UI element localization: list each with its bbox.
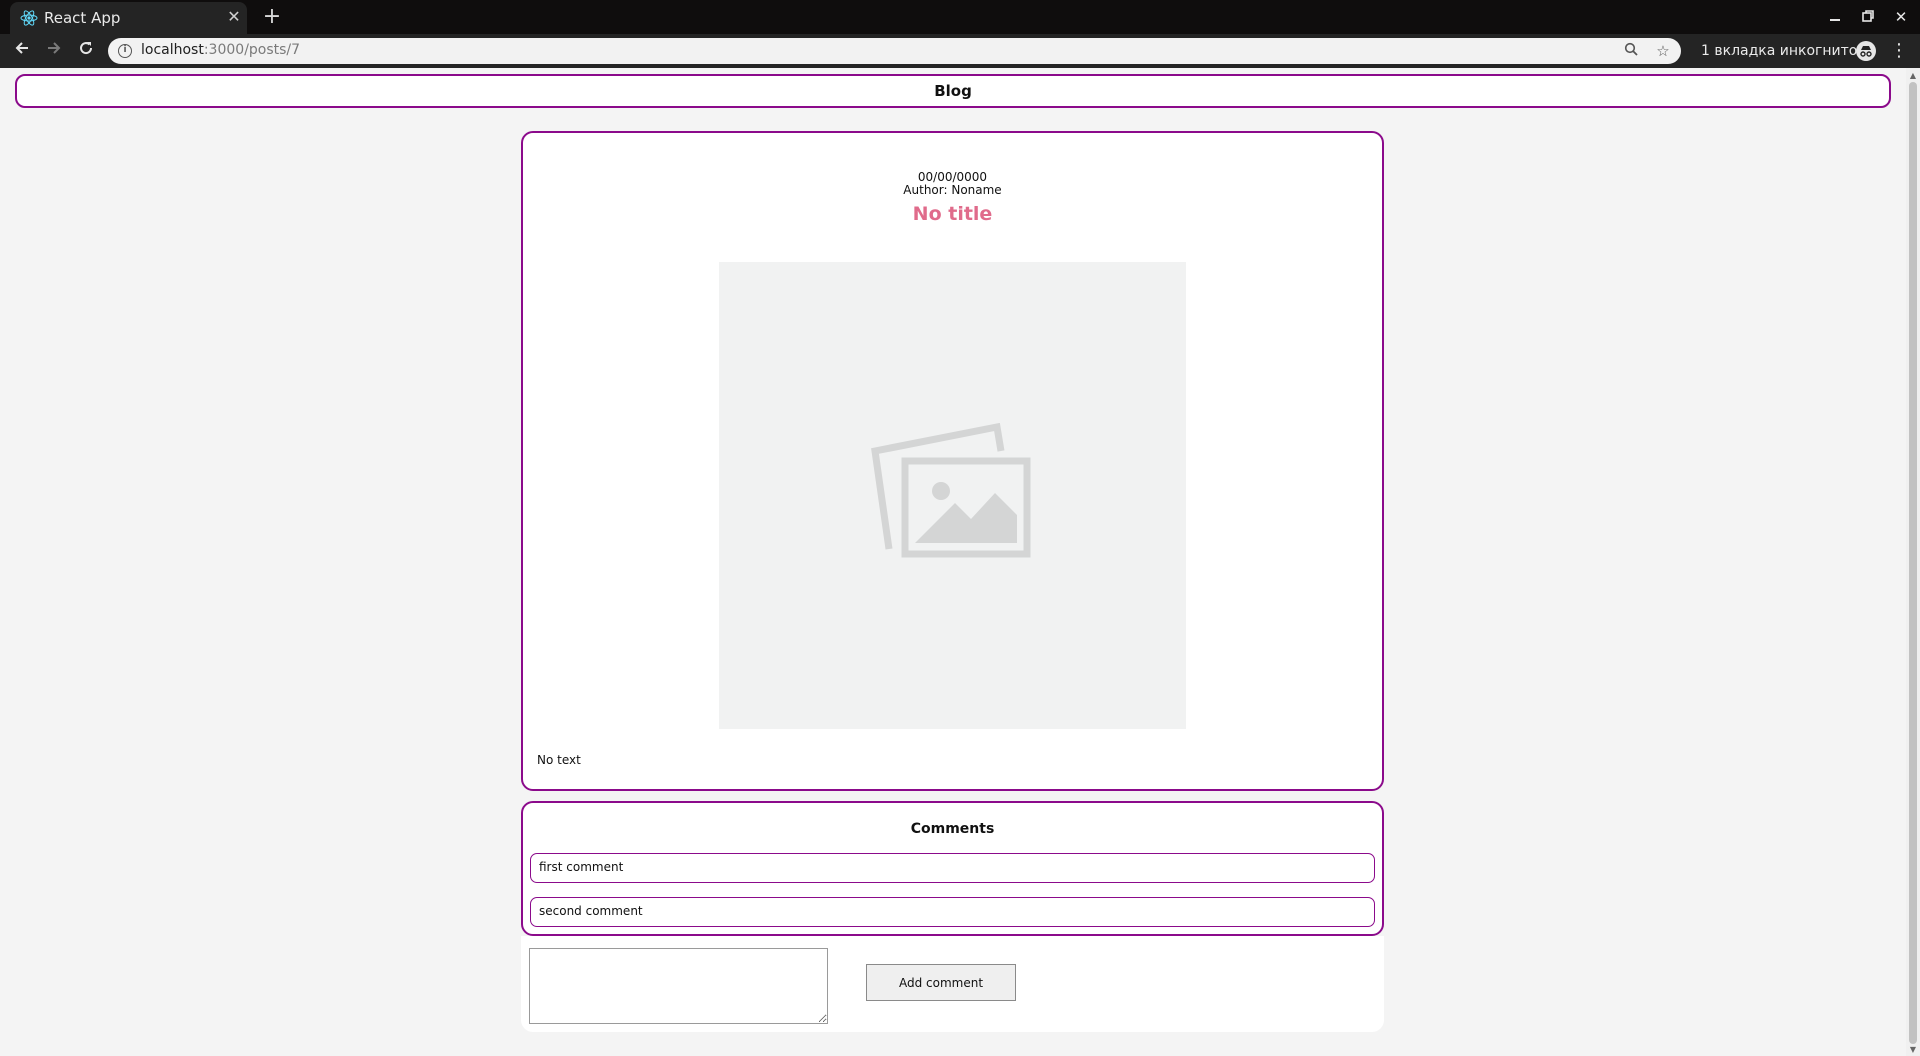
address-bar[interactable]: i localhost:3000/posts/7 ☆ [108,38,1681,64]
browser-tab-strip: React App ✕ + ✕ [0,0,1920,34]
page-scrollbar[interactable]: ▲ ▼ [1906,68,1920,1056]
scroll-thumb[interactable] [1909,82,1917,1044]
new-tab-button[interactable]: + [260,4,284,30]
post-title: No title [912,203,993,225]
post-author: Author: Noname [903,183,1002,197]
page-viewport: Blog 00/00/0000 Author: Noname No title … [0,68,1906,1056]
add-comment-button[interactable]: Add comment [866,964,1016,1001]
post-image [719,262,1186,729]
incognito-icon[interactable] [1856,41,1876,61]
forward-icon[interactable] [40,37,68,65]
reload-icon[interactable] [72,37,100,65]
image-placeholder-icon [871,423,1031,558]
tab-close-icon[interactable]: ✕ [224,6,244,28]
menu-icon[interactable]: ⋮ [1890,40,1908,62]
incognito-label[interactable]: 1 вкладка инкогнито [1701,43,1857,59]
zoom-icon[interactable] [1622,42,1640,60]
star-icon[interactable]: ☆ [1654,42,1672,60]
scroll-up-icon[interactable]: ▲ [1906,71,1920,80]
browser-tab[interactable]: React App ✕ [10,2,247,34]
url-path: :3000/posts/7 [203,42,301,58]
url-host: localhost [141,42,204,58]
comment-textarea[interactable] [529,948,828,1024]
tab-title: React App [44,9,121,27]
close-icon[interactable]: ✕ [1888,4,1914,30]
comments-title: Comments [910,821,995,837]
back-icon[interactable] [8,37,36,65]
blog-header[interactable]: Blog [15,74,1891,108]
info-icon[interactable]: i [118,44,132,58]
post-card: 00/00/0000 Author: Noname No title No te… [521,131,1384,791]
restore-icon[interactable] [1855,4,1881,30]
post-date: 00/00/0000 [917,170,988,184]
add-comment-form: Add comment [521,936,1384,1032]
comment-item: second comment [530,897,1375,927]
react-favicon-icon [20,10,38,26]
browser-toolbar: i localhost:3000/posts/7 ☆ 1 вкладка инк… [0,34,1920,68]
comment-item: first comment [530,853,1375,883]
comments-section: Comments first comment second comment [521,801,1384,936]
post-text: No text [537,753,581,767]
minimize-icon[interactable] [1822,4,1848,30]
url-text[interactable]: localhost:3000/posts/7 [141,42,300,58]
scroll-down-icon[interactable]: ▼ [1906,1045,1920,1054]
